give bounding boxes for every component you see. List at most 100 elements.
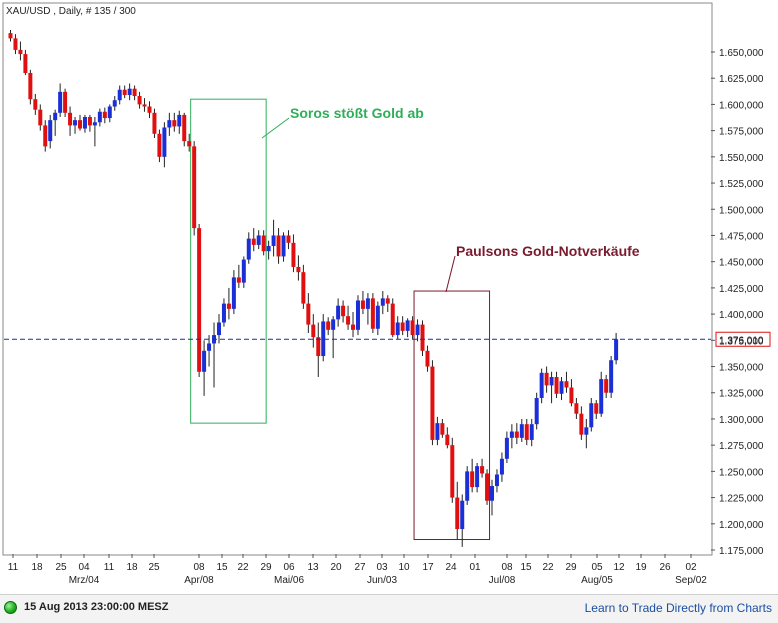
candle-body — [152, 112, 157, 134]
candle-body — [38, 109, 43, 126]
x-month-label: Jun/03 — [367, 575, 397, 586]
candle-body — [192, 146, 197, 229]
candle-body — [346, 316, 351, 325]
candle-body — [494, 474, 499, 487]
candle-body — [405, 320, 410, 331]
x-tick-label: 13 — [307, 562, 319, 573]
candle — [609, 356, 614, 398]
candle-body — [73, 120, 78, 126]
candle-body — [599, 379, 604, 414]
candle — [197, 223, 202, 378]
candle — [355, 295, 360, 336]
candle-body — [306, 303, 311, 325]
x-tick-label: 22 — [542, 562, 554, 573]
candle-body — [415, 324, 420, 336]
candle-body — [370, 298, 375, 329]
candle-body — [231, 277, 236, 309]
candle-body — [221, 303, 226, 323]
x-month-label: Apr/08 — [184, 575, 214, 586]
candle-body — [490, 486, 495, 501]
x-tick-label: 25 — [55, 562, 67, 573]
candle-body — [117, 89, 122, 101]
candle-body — [197, 228, 202, 372]
y-tick-label: 1.375,000 — [719, 336, 764, 347]
candle-body — [336, 305, 341, 320]
candle-body — [395, 322, 400, 336]
candle-body — [519, 424, 524, 438]
x-tick-label: 19 — [635, 562, 647, 573]
candle-body — [226, 303, 231, 309]
candle-body — [167, 120, 172, 128]
x-tick-label: 24 — [445, 562, 457, 573]
y-tick-label: 1.350,000 — [719, 363, 764, 374]
y-axis: 1.175,000 1.200,000 1.225,000 1.250,000 1.27… — [711, 48, 764, 557]
x-tick-label: 05 — [591, 562, 603, 573]
candle-body — [400, 322, 405, 331]
candle-body — [251, 238, 256, 245]
candle — [485, 469, 490, 505]
candle — [420, 320, 425, 357]
y-tick-label: 1.575,000 — [719, 127, 764, 138]
x-tick-label: 15 — [216, 562, 228, 573]
candle-body — [475, 466, 480, 488]
y-tick-label: 1.525,000 — [719, 179, 764, 190]
candle-body — [261, 235, 266, 252]
candle-body — [107, 106, 112, 119]
candle-body — [172, 120, 177, 127]
plot-frame — [2, 2, 713, 556]
candle-body — [430, 366, 435, 440]
candle — [465, 466, 470, 505]
candle-body — [420, 324, 425, 351]
candle-body — [390, 303, 395, 336]
candle-body — [341, 305, 346, 317]
learn-to-trade-link[interactable]: Learn to Trade Directly from Charts — [585, 601, 772, 615]
candle-body — [326, 321, 331, 330]
candle — [450, 437, 455, 503]
candle-body — [470, 471, 475, 488]
candle-body — [410, 320, 415, 336]
candle-body — [351, 324, 356, 330]
candle-body — [102, 111, 107, 119]
y-tick-label: 1.650,000 — [719, 48, 764, 59]
candle-body — [266, 245, 271, 252]
x-tick-label: 26 — [659, 562, 671, 573]
candle-body — [13, 38, 18, 50]
y-tick-label: 1.250,000 — [719, 467, 764, 478]
x-tick-label: 15 — [520, 562, 532, 573]
candle-body — [544, 372, 549, 386]
y-tick-label: 1.200,000 — [719, 520, 764, 531]
timestamp: 15 Aug 2013 23:00:00 MESZ — [24, 601, 169, 613]
y-tick-label: 1.550,000 — [719, 153, 764, 164]
candle-body — [296, 266, 301, 273]
candle-body — [360, 300, 365, 309]
candle-body — [291, 242, 296, 267]
x-tick-label: 29 — [260, 562, 272, 573]
candle-body — [514, 431, 519, 438]
x-tick-label: 08 — [501, 562, 513, 573]
chart-window: XAU/USD , Daily, # 135 / 300 Soros stößt… — [0, 0, 778, 623]
x-tick-label: 18 — [31, 562, 43, 573]
price-chart[interactable]: XAU/USD , Daily, # 135 / 300 Soros stößt… — [0, 0, 778, 594]
y-tick-label: 1.625,000 — [719, 74, 764, 85]
candle-body — [241, 259, 246, 283]
y-tick-label: 1.600,000 — [719, 100, 764, 111]
candle — [63, 88, 68, 118]
candle-body — [97, 111, 102, 123]
x-tick-label: 11 — [104, 562, 115, 573]
x-tick-label: 22 — [237, 562, 249, 573]
x-tick-label: 06 — [283, 562, 295, 573]
candle — [152, 108, 157, 138]
chart-title: XAU/USD , Daily, # 135 / 300 — [6, 6, 136, 17]
candle-body — [286, 235, 291, 243]
candle-body — [142, 104, 147, 107]
x-month-label: Jul/08 — [489, 575, 516, 586]
candle-body — [365, 298, 370, 309]
candle-body — [331, 319, 336, 330]
x-tick-label: 29 — [565, 562, 577, 573]
x-tick-label: 02 — [685, 562, 697, 573]
candle-body — [534, 397, 539, 425]
candle-body — [53, 112, 58, 121]
candle-body — [157, 133, 162, 157]
candle-body — [460, 500, 465, 530]
candle-body — [559, 381, 564, 394]
